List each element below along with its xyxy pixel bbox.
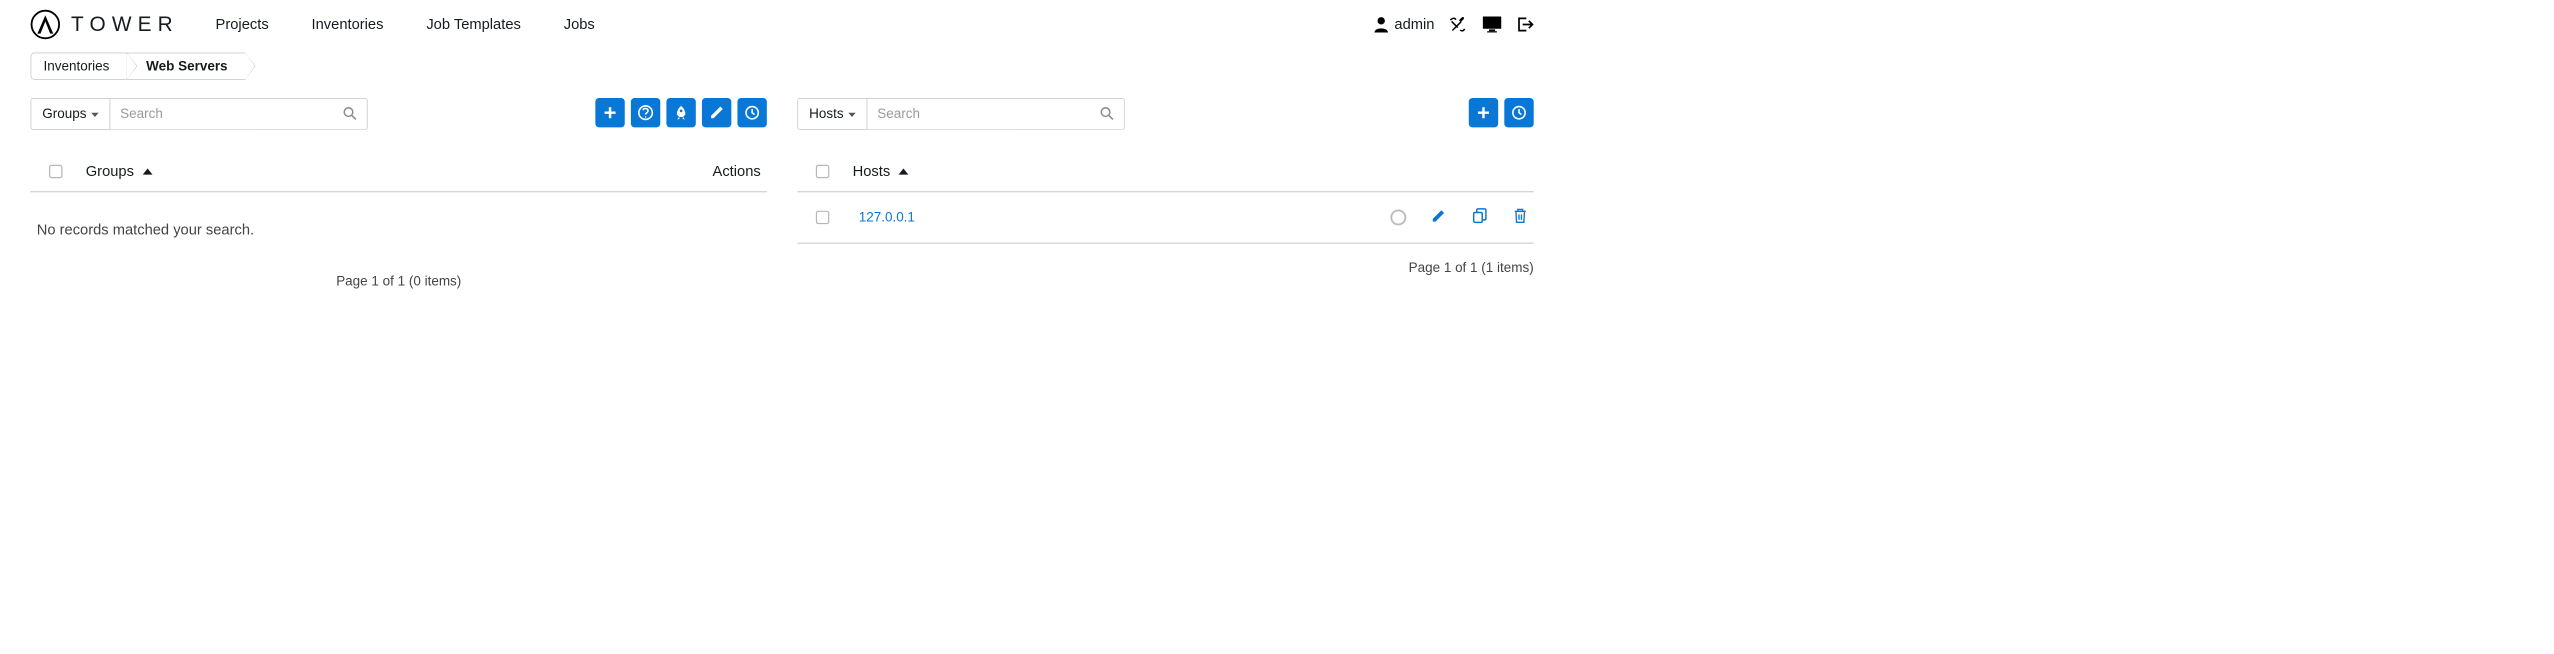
question-icon — [638, 105, 654, 121]
host-row: 127.0.0.1 — [797, 192, 1533, 243]
hosts-filter-label: Hosts — [809, 106, 843, 122]
groups-help-button[interactable] — [631, 98, 660, 127]
breadcrumb: Inventories Web Servers — [0, 45, 1564, 98]
hosts-toolbar: Hosts — [797, 98, 1533, 130]
groups-select-all-checkbox[interactable] — [49, 165, 62, 178]
brand-logo-icon — [31, 10, 60, 39]
groups-pager: Page 1 of 1 (0 items) — [31, 257, 767, 301]
brand-name: TOWER — [71, 13, 179, 37]
host-link[interactable]: 127.0.0.1 — [859, 209, 915, 225]
hosts-schedule-button[interactable] — [1504, 98, 1533, 127]
user-icon — [1374, 17, 1389, 33]
breadcrumb-label-0: Inventories — [43, 58, 109, 74]
host-row-checkbox[interactable] — [816, 211, 829, 224]
host-edit-button[interactable] — [1431, 208, 1447, 228]
pencil-icon — [1431, 208, 1447, 224]
groups-filter-dropdown[interactable]: Groups — [31, 98, 111, 130]
hosts-filter-dropdown[interactable]: Hosts — [797, 98, 867, 130]
hosts-pager: Page 1 of 1 (1 items) — [797, 244, 1533, 288]
sort-asc-icon — [143, 168, 153, 174]
search-icon[interactable] — [342, 106, 357, 123]
groups-table-header: Groups Actions — [31, 157, 767, 193]
copy-icon — [1471, 207, 1488, 224]
groups-edit-button[interactable] — [702, 98, 731, 127]
hosts-search-input[interactable] — [877, 106, 1099, 122]
pencil-icon — [709, 105, 724, 120]
groups-filter-label: Groups — [42, 106, 86, 122]
plus-icon — [1476, 105, 1491, 120]
search-icon[interactable] — [1100, 106, 1115, 123]
nav-job-templates[interactable]: Job Templates — [426, 16, 521, 33]
breadcrumb-current[interactable]: Web Servers — [127, 53, 245, 80]
nav-projects[interactable]: Projects — [216, 16, 269, 33]
nav-inventories[interactable]: Inventories — [312, 16, 384, 33]
breadcrumb-inventories[interactable]: Inventories — [31, 53, 128, 80]
caret-down-icon — [91, 113, 98, 117]
settings-icon[interactable] — [1449, 15, 1467, 33]
content: Groups — [0, 98, 1564, 301]
status-indicator-icon — [1390, 209, 1406, 225]
groups-search-box — [110, 98, 367, 130]
groups-run-button[interactable] — [666, 98, 695, 127]
groups-schedule-button[interactable] — [737, 98, 766, 127]
nav-items: Projects Inventories Job Templates Jobs — [216, 16, 595, 33]
user-block[interactable]: admin — [1374, 16, 1435, 33]
sort-asc-icon — [899, 168, 909, 174]
groups-empty-message: No records matched your search. — [31, 192, 767, 257]
host-row-actions — [1390, 207, 1527, 228]
brand: TOWER — [31, 10, 179, 39]
clock-icon — [744, 105, 760, 121]
topbar-right: admin — [1374, 15, 1534, 33]
monitor-icon[interactable] — [1482, 16, 1502, 33]
plus-icon — [603, 105, 618, 120]
nav-jobs[interactable]: Jobs — [564, 16, 595, 33]
groups-toolbar: Groups — [31, 98, 767, 130]
trash-icon — [1513, 207, 1528, 224]
groups-column-actions: Actions — [713, 163, 761, 180]
groups-panel: Groups — [31, 98, 767, 301]
host-delete-button[interactable] — [1513, 207, 1528, 228]
hosts-table-header: Hosts — [797, 157, 1533, 193]
groups-actions — [595, 98, 767, 130]
groups-column-name[interactable]: Groups — [86, 163, 153, 180]
user-name: admin — [1394, 16, 1434, 33]
caret-down-icon — [848, 113, 855, 117]
hosts-actions — [1469, 98, 1534, 130]
rocket-icon — [673, 105, 689, 121]
hosts-add-button[interactable] — [1469, 98, 1498, 127]
logout-icon[interactable] — [1517, 16, 1534, 33]
clock-icon — [1511, 105, 1527, 121]
hosts-select-all-checkbox[interactable] — [816, 165, 829, 178]
hosts-panel: Hosts Hosts — [797, 98, 1533, 301]
groups-add-button[interactable] — [595, 98, 624, 127]
hosts-search-box — [867, 98, 1124, 130]
hosts-column-name[interactable]: Hosts — [853, 163, 909, 180]
breadcrumb-label-1: Web Servers — [146, 58, 227, 74]
top-bar: TOWER Projects Inventories Job Templates… — [0, 0, 1564, 45]
host-copy-button[interactable] — [1471, 207, 1488, 228]
groups-search-input[interactable] — [120, 106, 342, 122]
